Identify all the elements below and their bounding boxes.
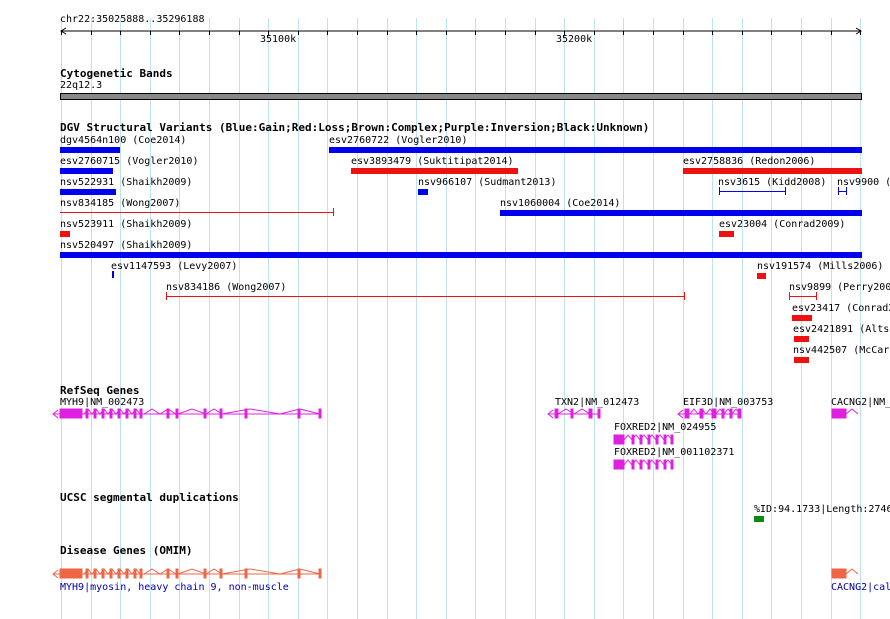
omim-gene-models[interactable] (0, 0, 890, 619)
omim-model-myh9[interactable] (52, 568, 322, 579)
omim-gene-label[interactable]: CACNG2|cal (831, 582, 890, 593)
omim-gene-label[interactable]: MYH9|myosin, heavy chain 9, non-muscle (60, 582, 289, 593)
omim-model-cacng2[interactable] (831, 568, 859, 579)
